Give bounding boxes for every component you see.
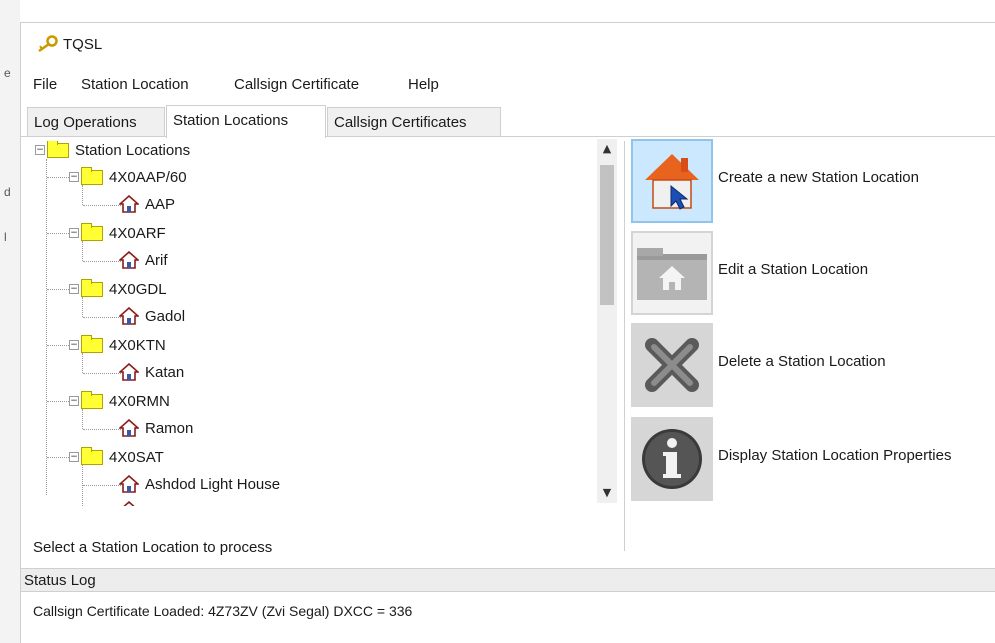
callsign-label: 4X0RMN [109,392,170,410]
location-label: AAP [145,195,176,213]
house-icon [123,501,135,506]
tree-location-ashdod-light-house[interactable]: Ashdod Light House [119,473,280,495]
callsign-label: 4X0GDL [109,280,167,298]
tree-location-partial [119,499,145,506]
tab-callsign-certificates[interactable]: Callsign Certificates [327,107,501,137]
tree-scrollbar[interactable]: ▲ ▼ [597,139,617,503]
house-icon [119,307,139,325]
tree-location-arif[interactable]: Arif [119,249,168,271]
scroll-down-arrow-icon[interactable]: ▼ [597,483,617,503]
create-station-location-action[interactable]: Create a new Station Location [629,139,995,225]
collapse-icon[interactable]: − [69,340,79,350]
scroll-thumb[interactable] [600,165,614,305]
folder-icon [81,390,103,409]
status-message: Callsign Certificate Loaded: 4Z73ZV (Zvi… [33,603,413,619]
collapse-icon[interactable]: − [69,228,79,238]
location-label: Ramon [145,419,194,437]
location-label: Gadol [145,307,186,325]
tree-group-4x0gdl[interactable]: − 4X0GDL [69,278,167,300]
house-cursor-icon [645,154,699,210]
tree-group-4x0arf[interactable]: − 4X0ARF [69,222,166,244]
scroll-up-arrow-icon[interactable]: ▲ [597,139,617,159]
folder-icon [81,166,103,185]
key-icon [38,35,58,53]
action-panel: Create a new Station Location Edit a Sta… [629,139,995,559]
house-icon [119,475,139,493]
tree-location-aap[interactable]: AAP [119,193,175,215]
menu-station-location[interactable]: Station Location [77,74,193,95]
tree-location-ramon[interactable]: Ramon [119,417,193,439]
tree-root[interactable]: − Station Locations [35,141,190,161]
collapse-icon[interactable]: − [35,145,45,155]
house-icon [119,363,139,381]
callsign-label: 4X0ARF [109,224,166,242]
window-title: TQSL [63,36,103,53]
collapse-icon[interactable]: − [69,452,79,462]
location-label: Katan [145,363,185,381]
status-log: Callsign Certificate Loaded: 4Z73ZV (Zvi… [21,593,995,643]
collapse-icon[interactable]: − [69,396,79,406]
collapse-icon[interactable]: − [69,284,79,294]
tree-group-4x0ktn[interactable]: − 4X0KTN [69,334,166,356]
menu-file[interactable]: File [29,74,61,95]
tab-log-operations[interactable]: Log Operations [27,107,165,137]
folder-icon [81,278,103,297]
house-icon [119,195,139,213]
display-station-location-properties-action[interactable]: Display Station Location Properties [629,417,995,503]
tree-root-label: Station Locations [75,141,191,159]
tree-group-4x0aap-60[interactable]: − 4X0AAP/60 [69,166,187,188]
location-label: Ashdod Light House [145,475,281,493]
display-station-location-properties-label: Display Station Location Properties [718,447,952,464]
tree-location-katan[interactable]: Katan [119,361,184,383]
delete-station-location-action[interactable]: Delete a Station Location [629,323,995,409]
menu-help[interactable]: Help [404,74,443,95]
tab-station-locations[interactable]: Station Locations [166,105,326,138]
display-station-location-properties-button[interactable] [631,417,713,501]
station-location-tree[interactable]: − Station Locations − 4X0AAP/60 AAP − 4X… [27,141,597,506]
tree-group-4x0rmn[interactable]: − 4X0RMN [69,390,170,412]
delete-station-location-label: Delete a Station Location [718,353,886,370]
pane-divider [624,141,625,551]
edit-station-location-label: Edit a Station Location [718,261,869,278]
folder-icon [81,334,103,353]
house-icon [119,419,139,437]
folder-icon [47,141,69,158]
delete-station-location-button[interactable] [631,323,713,407]
menu-callsign-certificate[interactable]: Callsign Certificate [230,74,363,95]
selection-hint: Select a Station Location to process [33,539,273,556]
station-locations-panel: − Station Locations − 4X0AAP/60 AAP − 4X… [21,136,995,579]
callsign-label: 4X0SAT [109,448,164,466]
tree-location-gadol[interactable]: Gadol [119,305,185,327]
background-window-edge: e d l [0,0,20,643]
status-log-header: Status Log [21,568,995,592]
edit-station-location-action[interactable]: Edit a Station Location [629,231,995,317]
folder-icon [81,446,103,465]
edit-station-location-button[interactable] [631,231,713,315]
folder-house-icon [637,248,707,300]
collapse-icon[interactable]: − [69,172,79,182]
title-bar: TQSL [21,23,995,67]
callsign-label: 4X0AAP/60 [109,168,187,186]
tree-group-4x0sat[interactable]: − 4X0SAT [69,446,164,468]
info-icon [642,429,702,489]
folder-icon [81,222,103,241]
callsign-label: 4X0KTN [109,336,166,354]
location-label: Arif [145,251,168,269]
tqsl-window: TQSL File Station Location Callsign Cert… [20,22,995,643]
create-station-location-label: Create a new Station Location [718,169,919,186]
x-icon [645,338,699,392]
menu-bar: File Station Location Callsign Certifica… [21,67,995,101]
house-icon [119,251,139,269]
tab-strip: Log Operations Station Locations Callsig… [21,105,995,138]
create-station-location-button[interactable] [631,139,713,223]
